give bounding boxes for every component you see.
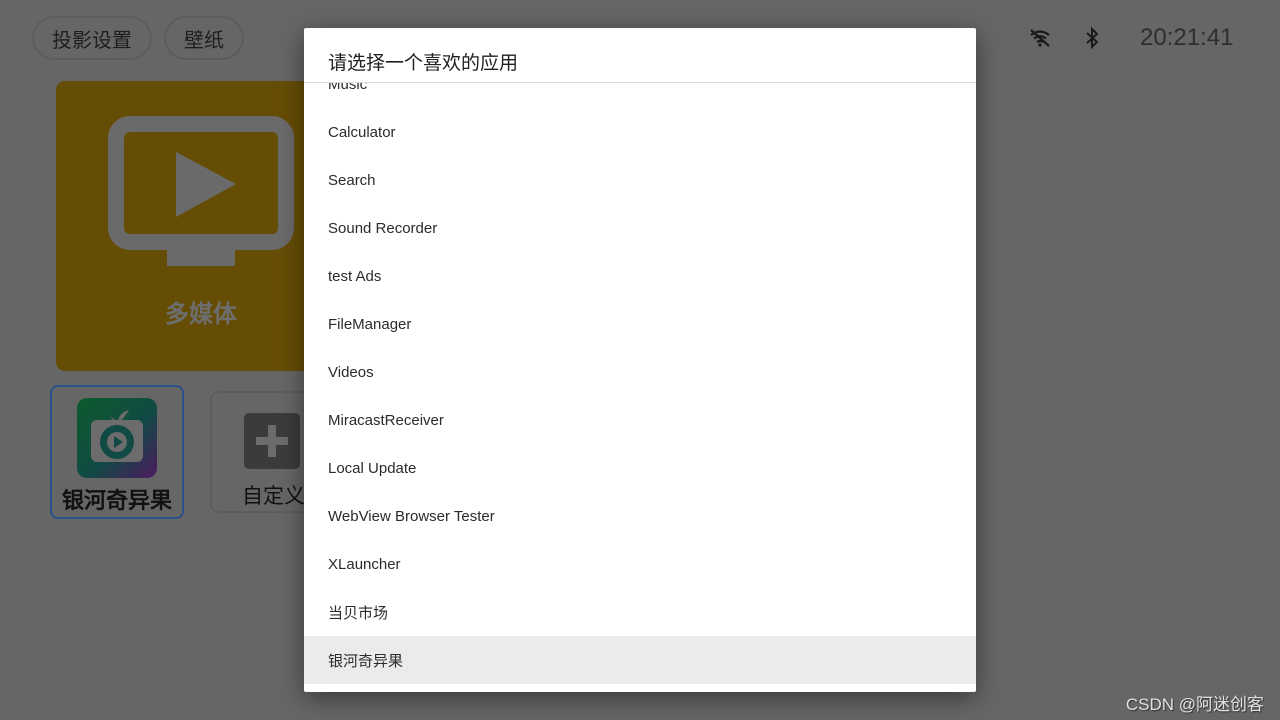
tv-play-icon (108, 116, 294, 266)
list-item-local-update[interactable]: Local Update (304, 444, 976, 492)
list-item-test-ads[interactable]: test Ads (304, 252, 976, 300)
wifi-off-icon (1030, 29, 1050, 47)
app-picker-dialog: 请选择一个喜欢的应用 Music Calculator Search Sound… (304, 28, 976, 692)
list-item-webview-browser-tester[interactable]: WebView Browser Tester (304, 492, 976, 540)
custom-label: 自定义 (242, 484, 305, 508)
list-item-xlauncher[interactable]: XLauncher (304, 540, 976, 588)
list-item-sound-recorder[interactable]: Sound Recorder (304, 204, 976, 252)
list-item-music[interactable]: Music (304, 83, 976, 108)
plus-icon (244, 413, 300, 469)
wallpaper-button[interactable]: 壁纸 (164, 16, 244, 60)
media-tile[interactable]: 多媒体 (56, 81, 326, 371)
dialog-title: 请选择一个喜欢的应用 (328, 52, 519, 74)
list-item-videos[interactable]: Videos (304, 348, 976, 396)
list-item-dangbei-market[interactable]: 当贝市场 (304, 588, 976, 636)
list-item-filemanager[interactable]: FileManager (304, 300, 976, 348)
app-list[interactable]: Music Calculator Search Sound Recorder t… (304, 83, 976, 684)
list-item-calculator[interactable]: Calculator (304, 108, 976, 156)
wallpaper-label: 壁纸 (184, 27, 224, 52)
projection-settings-button[interactable]: 投影设置 (32, 16, 152, 60)
watermark: CSDN @阿迷创客 (1125, 695, 1264, 714)
list-item-search[interactable]: Search (304, 156, 976, 204)
list-item-miracast-receiver[interactable]: MiracastReceiver (304, 396, 976, 444)
projection-settings-label: 投影设置 (52, 27, 132, 52)
bluetooth-icon (1086, 26, 1099, 50)
galaxy-fruit-app-label: 银河奇异果 (61, 489, 172, 514)
list-item-galaxy-fruit[interactable]: 银河奇异果 (304, 636, 976, 684)
media-label: 多媒体 (165, 300, 237, 328)
galaxy-fruit-app-icon (77, 398, 157, 478)
clock: 20:21:41 (1140, 24, 1234, 51)
galaxy-fruit-app-tile[interactable]: 银河奇异果 (50, 385, 184, 519)
